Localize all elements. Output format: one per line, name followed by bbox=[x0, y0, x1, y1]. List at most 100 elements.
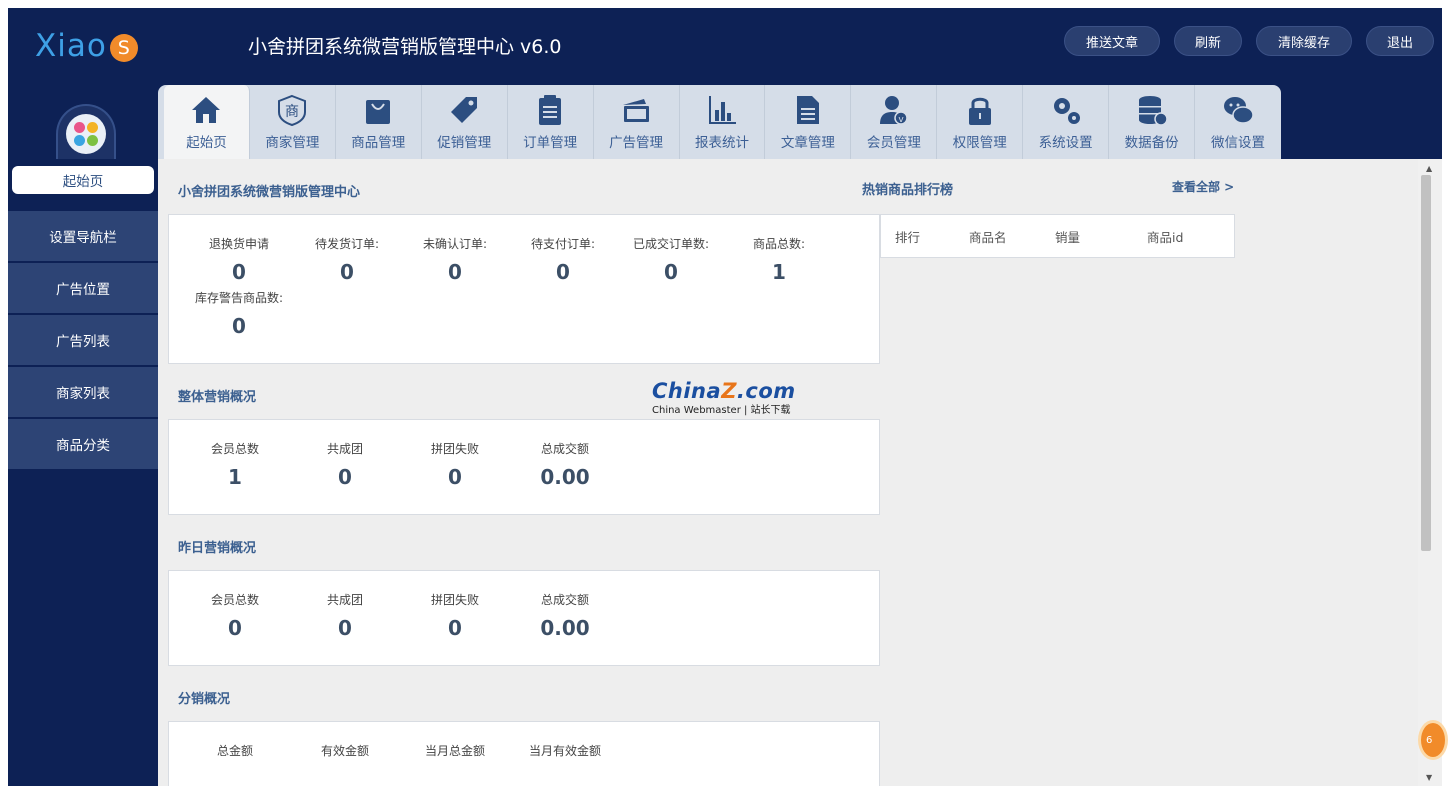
avatar-holder bbox=[56, 104, 116, 160]
hot-products-title: 热销商品排行榜 bbox=[862, 183, 954, 198]
avatar[interactable] bbox=[66, 114, 106, 154]
tab-label: 数据备份 bbox=[1124, 135, 1179, 151]
scrollbar[interactable]: ▲ ▼ bbox=[1418, 159, 1442, 786]
distribution-card: 总金额 有效金额 当月总金额 当月有效金额 bbox=[168, 721, 880, 786]
stat-label: 总成交额 bbox=[540, 593, 589, 607]
stat-value: 0 bbox=[232, 314, 246, 338]
watermark: ChinaZ.com China Webmaster | 站长下载 bbox=[652, 379, 796, 416]
marketing-total-card: 会员总数 1 共成团 0 拼团失败 0 总成交额 0.00 bbox=[168, 419, 880, 515]
tab-label: 权限管理 bbox=[952, 135, 1007, 151]
stat-label: 已成交订单数: bbox=[632, 237, 710, 251]
sidebar-item-home[interactable]: 起始页 bbox=[8, 159, 158, 209]
sidebar-item-ad-positions[interactable]: 广告位置 bbox=[8, 263, 158, 313]
app-title: 小舍拼团系统微营销版管理中心 v6.0 bbox=[248, 36, 562, 58]
flower-logo-icon bbox=[74, 122, 98, 146]
stat-unconfirmed[interactable]: 未确认订单: 0 bbox=[401, 235, 509, 284]
stat-value: 1 bbox=[228, 465, 242, 489]
logout-button[interactable]: 退出 bbox=[1366, 26, 1434, 56]
logo: Xiao S bbox=[35, 26, 138, 66]
tab-merchant[interactable]: 商 商家管理 bbox=[250, 85, 336, 159]
stat-total-sales: 总成交额 0.00 bbox=[511, 591, 619, 640]
database-icon bbox=[1136, 93, 1168, 127]
stat-unpaid[interactable]: 待支付订单: 0 bbox=[509, 235, 617, 284]
sidebar-item-categories[interactable]: 商品分类 bbox=[8, 419, 158, 469]
stat-groups: 共成团 0 bbox=[291, 591, 399, 640]
floating-badge[interactable]: 6 bbox=[1418, 720, 1448, 760]
stat-value: 0 bbox=[448, 465, 462, 489]
stat-label: 共成团 bbox=[326, 442, 363, 456]
column-header: 商品id bbox=[1147, 229, 1184, 245]
top-button-group: 推送文章 刷新 清除缓存 退出 bbox=[1064, 26, 1434, 56]
tab-wechat[interactable]: 微信设置 bbox=[1195, 85, 1281, 159]
stat-stock-warning[interactable]: 库存警告商品数: 0 bbox=[185, 289, 293, 338]
stat-total-sales: 总成交额 0.00 bbox=[511, 440, 619, 489]
home-icon bbox=[190, 93, 222, 127]
tab-ads[interactable]: 广告管理 bbox=[594, 85, 680, 159]
stat-groups: 共成团 0 bbox=[291, 440, 399, 489]
tab-orders[interactable]: 订单管理 bbox=[508, 85, 594, 159]
clear-cache-button[interactable]: 清除缓存 bbox=[1256, 26, 1352, 56]
bar-chart-icon bbox=[706, 93, 738, 127]
main-content: 小舍拼团系统微营销版管理中心 退换货申请 0 待发货订单: 0 未确认订单: 0… bbox=[158, 159, 1423, 786]
push-article-button[interactable]: 推送文章 bbox=[1064, 26, 1160, 56]
stat-month-valid: 当月有效金额 bbox=[511, 742, 619, 759]
tab-products[interactable]: 商品管理 bbox=[336, 85, 422, 159]
stat-to-ship[interactable]: 待发货订单: 0 bbox=[293, 235, 401, 284]
stat-label: 拼团失败 bbox=[430, 593, 479, 607]
clipboard-icon bbox=[534, 93, 566, 127]
column-header: 排行 bbox=[895, 229, 921, 245]
stat-returns[interactable]: 退换货申请 0 bbox=[185, 235, 293, 284]
stat-completed[interactable]: 已成交订单数: 0 bbox=[617, 235, 725, 284]
stat-value: 0 bbox=[664, 260, 678, 284]
sidebar-item-nav-settings[interactable]: 设置导航栏 bbox=[8, 211, 158, 261]
tab-label: 文章管理 bbox=[780, 135, 835, 151]
tab-label: 微信设置 bbox=[1211, 135, 1266, 151]
tab-label: 商品管理 bbox=[351, 135, 406, 151]
stat-label: 当月有效金额 bbox=[528, 744, 601, 758]
tab-members[interactable]: v 会员管理 bbox=[851, 85, 938, 159]
marketing-total-title: 整体营销概况 bbox=[178, 390, 257, 405]
scroll-thumb[interactable] bbox=[1421, 175, 1431, 551]
merchant-icon: 商 bbox=[276, 93, 308, 127]
stat-label: 未确认订单: bbox=[422, 237, 488, 251]
refresh-button[interactable]: 刷新 bbox=[1174, 26, 1242, 56]
stat-label: 共成团 bbox=[326, 593, 363, 607]
watermark-logo: ChinaZ.com bbox=[652, 379, 796, 403]
tab-permissions[interactable]: 权限管理 bbox=[937, 85, 1024, 159]
view-all-link[interactable]: 查看全部 > bbox=[1172, 178, 1234, 195]
stat-value: 0 bbox=[340, 260, 354, 284]
stat-value: 0 bbox=[448, 616, 462, 640]
tab-promotion[interactable]: 促销管理 bbox=[422, 85, 508, 159]
stat-value: 0 bbox=[556, 260, 570, 284]
svg-text:v: v bbox=[898, 115, 904, 125]
tag-icon bbox=[448, 93, 480, 127]
stat-label: 拼团失败 bbox=[430, 442, 479, 456]
hot-products-table: 排行 商品名 销量 商品id bbox=[880, 214, 1235, 258]
stat-value: 0 bbox=[232, 260, 246, 284]
tab-home[interactable]: 起始页 bbox=[164, 85, 250, 159]
stat-label: 待发货订单: bbox=[314, 237, 380, 251]
stat-label: 商品总数: bbox=[752, 237, 806, 251]
stat-value: 1 bbox=[772, 260, 786, 284]
stat-value: 0.00 bbox=[540, 465, 590, 489]
scroll-down-arrow-icon[interactable]: ▼ bbox=[1426, 773, 1432, 782]
sidebar-item-ad-list[interactable]: 广告列表 bbox=[8, 315, 158, 365]
stat-label: 退换货申请 bbox=[208, 237, 269, 251]
tab-settings[interactable]: 系统设置 bbox=[1023, 85, 1110, 159]
stat-label: 会员总数 bbox=[210, 442, 259, 456]
distribution-title: 分销概况 bbox=[178, 692, 231, 707]
tab-backup[interactable]: 数据备份 bbox=[1109, 85, 1196, 159]
sidebar: 起始页 设置导航栏 广告位置 广告列表 商家列表 商品分类 bbox=[8, 159, 158, 471]
scroll-up-arrow-icon[interactable]: ▲ bbox=[1426, 164, 1432, 173]
stat-label: 有效金额 bbox=[320, 744, 369, 758]
tab-articles[interactable]: 文章管理 bbox=[765, 85, 852, 159]
tab-label: 报表统计 bbox=[694, 135, 749, 151]
tab-reports[interactable]: 报表统计 bbox=[680, 85, 766, 159]
stat-label: 库存警告商品数: bbox=[194, 291, 284, 305]
tab-label: 广告管理 bbox=[609, 135, 664, 151]
sidebar-item-merchant-list[interactable]: 商家列表 bbox=[8, 367, 158, 417]
stat-value: 0 bbox=[338, 616, 352, 640]
stat-label: 会员总数 bbox=[210, 593, 259, 607]
stat-total-amount: 总金额 bbox=[181, 742, 289, 759]
stat-products[interactable]: 商品总数: 1 bbox=[725, 235, 833, 284]
